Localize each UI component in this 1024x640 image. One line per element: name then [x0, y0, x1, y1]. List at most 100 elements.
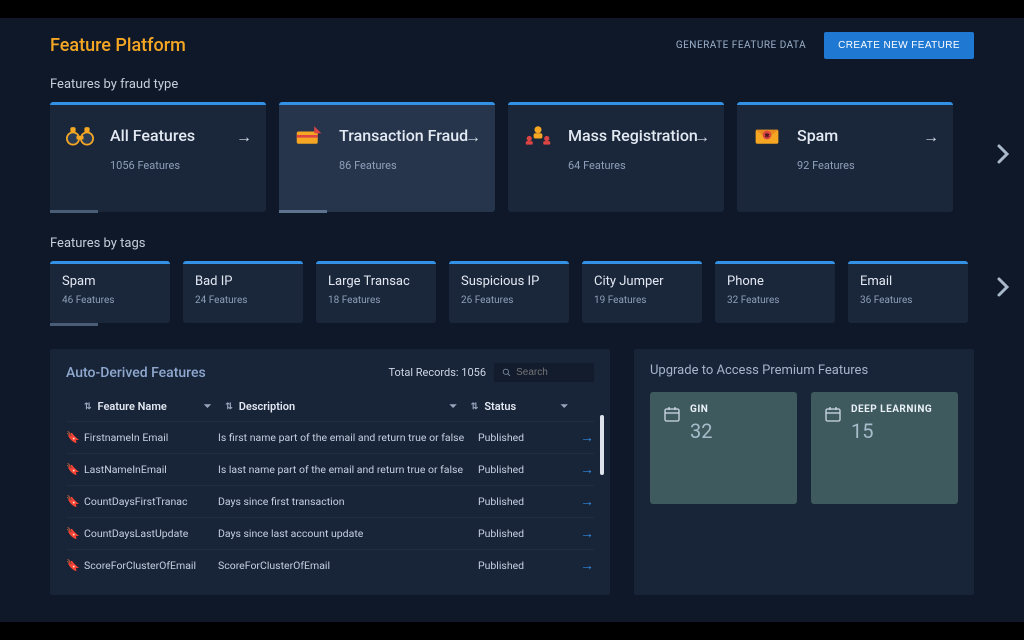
card-scroll-indicator: [50, 323, 98, 326]
fraud-card-title: Spam: [797, 126, 937, 145]
premium-card-deep-learning[interactable]: DEEP LEARNING 15: [811, 392, 958, 504]
scroll-right-button[interactable]: [996, 143, 1010, 171]
fraud-card-count: 64 Features: [568, 159, 708, 172]
search-input[interactable]: [516, 367, 586, 378]
row-status: Published: [478, 431, 568, 444]
auto-derived-panel: Auto-Derived Features Total Records: 105…: [50, 349, 610, 595]
fraud-card-spam[interactable]: ✻ Spam 92 Features →: [737, 102, 953, 212]
tag-card-email[interactable]: Email 36 Features: [848, 261, 968, 323]
sort-icon[interactable]: ⇅: [84, 402, 92, 412]
users-group-icon: [524, 123, 552, 147]
row-open-button[interactable]: →: [568, 525, 594, 542]
tag-card-suspicious-ip[interactable]: Suspicious IP 26 Features: [449, 261, 569, 323]
page-header: Feature Platform GENERATE FEATURE DATA C…: [0, 18, 1024, 69]
tag-title: Phone: [727, 274, 823, 289]
tag-card-phone[interactable]: Phone 32 Features: [715, 261, 835, 323]
tag-count: 32 Features: [727, 295, 823, 306]
brand-title: Feature Platform: [50, 35, 186, 56]
fraud-card-title: Mass Registration: [568, 126, 708, 145]
table-body: 🔖 FirstnameIn Email Is first name part of …: [66, 421, 594, 581]
premium-count: 15: [851, 419, 932, 443]
table-row[interactable]: 🔖 FirstnameIn Email Is first name part of …: [66, 421, 594, 453]
window-bottom-bar: [0, 622, 1024, 640]
fraud-card-mass-registration[interactable]: Mass Registration 64 Features →: [508, 102, 724, 212]
table-search[interactable]: [494, 363, 594, 382]
spam-envelope-icon: ✻: [753, 123, 781, 147]
tag-title: Spam: [62, 274, 158, 289]
table-total-records: Total Records: 1056: [388, 366, 486, 379]
bookmark-icon: 🔖: [66, 527, 80, 540]
row-name: FirstnameIn Email: [84, 431, 204, 444]
fraud-card-count: 1056 Features: [110, 159, 250, 172]
table-row[interactable]: 🔖LastNameInEmailIs last name part of the…: [66, 453, 594, 485]
row-open-button[interactable]: →: [568, 461, 594, 478]
create-new-feature-button[interactable]: CREATE NEW FEATURE: [824, 32, 974, 59]
fraud-card-title: All Features: [110, 126, 250, 145]
bookmark-icon: 🔖: [66, 431, 80, 444]
tag-count: 36 Features: [860, 295, 956, 306]
table-title: Auto-Derived Features: [66, 365, 206, 381]
row-open-button[interactable]: →: [568, 493, 594, 510]
table-row[interactable]: 🔖CountDaysLastUpdateDays since last acco…: [66, 517, 594, 549]
arrow-right-icon: →: [236, 127, 252, 147]
row-status: Published: [478, 527, 568, 540]
filter-icon[interactable]: ⏷: [450, 402, 457, 412]
premium-name: DEEP LEARNING: [851, 404, 932, 415]
tag-title: Email: [860, 274, 956, 289]
scrollbar-thumb[interactable]: [600, 415, 604, 475]
tag-count: 26 Features: [461, 295, 557, 306]
fraud-card-transaction[interactable]: Transaction Fraud 86 Features →: [279, 102, 495, 212]
tag-card-bad-ip[interactable]: Bad IP 24 Features: [183, 261, 303, 323]
binoculars-icon: [66, 123, 94, 147]
fraud-type-title: Features by fraud type: [50, 77, 974, 92]
tag-count: 19 Features: [594, 295, 690, 306]
sort-icon[interactable]: ⇅: [471, 402, 479, 412]
row-desc: ScoreForClusterOfEmail: [218, 559, 464, 572]
card-scroll-indicator: [50, 210, 98, 213]
row-open-button[interactable]: →: [568, 557, 594, 574]
row-desc: Days since first transaction: [218, 495, 464, 508]
tags-row: Spam 46 Features Bad IP 24 Features Larg…: [50, 261, 974, 323]
tag-card-spam[interactable]: Spam 46 Features: [50, 261, 170, 323]
table-row[interactable]: 🔖ScoreForClusterOfEmailScoreForClusterOf…: [66, 549, 594, 581]
premium-title: Upgrade to Access Premium Features: [650, 363, 958, 378]
row-status: Published: [478, 559, 568, 572]
calendar-icon: [825, 406, 841, 492]
table-row[interactable]: 🔖CountDaysFirstTranacDays since first tr…: [66, 485, 594, 517]
fraud-type-section: Features by fraud type All Features 1056…: [0, 77, 1024, 212]
generate-feature-data-link[interactable]: GENERATE FEATURE DATA: [676, 40, 806, 51]
sort-icon[interactable]: ⇅: [225, 402, 233, 412]
fraud-card-all[interactable]: All Features 1056 Features →: [50, 102, 266, 212]
row-open-button[interactable]: →: [568, 429, 594, 446]
credit-card-icon: [295, 123, 323, 147]
arrow-right-icon: →: [694, 127, 710, 147]
tag-card-large-transac[interactable]: Large Transac 18 Features: [316, 261, 436, 323]
tag-count: 24 Features: [195, 295, 291, 306]
bookmark-icon: 🔖: [66, 559, 80, 572]
lower-panels: Auto-Derived Features Total Records: 105…: [0, 349, 1024, 595]
filter-icon[interactable]: ⏷: [204, 402, 211, 412]
tag-title: Bad IP: [195, 274, 291, 289]
arrow-right-icon: →: [923, 127, 939, 147]
fraud-card-count: 86 Features: [339, 159, 479, 172]
tag-count: 18 Features: [328, 295, 424, 306]
tag-title: City Jumper: [594, 274, 690, 289]
tags-section: Features by tags Spam 46 Features Bad IP…: [0, 236, 1024, 323]
table-header-row: ⇅ Feature Name ⏷ ⇅ Description ⏷ ⇅ Statu…: [66, 392, 594, 421]
tags-title: Features by tags: [50, 236, 974, 251]
bookmark-icon: 🔖: [66, 463, 80, 476]
calendar-icon: [664, 406, 680, 492]
row-name: LastNameInEmail: [84, 463, 204, 476]
premium-panel: Upgrade to Access Premium Features GIN 3…: [634, 349, 974, 595]
filter-icon[interactable]: ⏷: [561, 402, 568, 412]
header-actions: GENERATE FEATURE DATA CREATE NEW FEATURE: [676, 32, 974, 59]
premium-card-gin[interactable]: GIN 32: [650, 392, 797, 504]
scroll-right-button[interactable]: [996, 276, 1010, 304]
tag-count: 46 Features: [62, 295, 158, 306]
arrow-right-icon: →: [465, 127, 481, 147]
window-top-bar: [0, 0, 1024, 18]
fraud-card-title: Transaction Fraud: [339, 126, 479, 145]
search-icon: [502, 367, 511, 378]
tag-card-city-jumper[interactable]: City Jumper 19 Features: [582, 261, 702, 323]
row-desc: Is first name part of the email and retu…: [218, 431, 464, 444]
